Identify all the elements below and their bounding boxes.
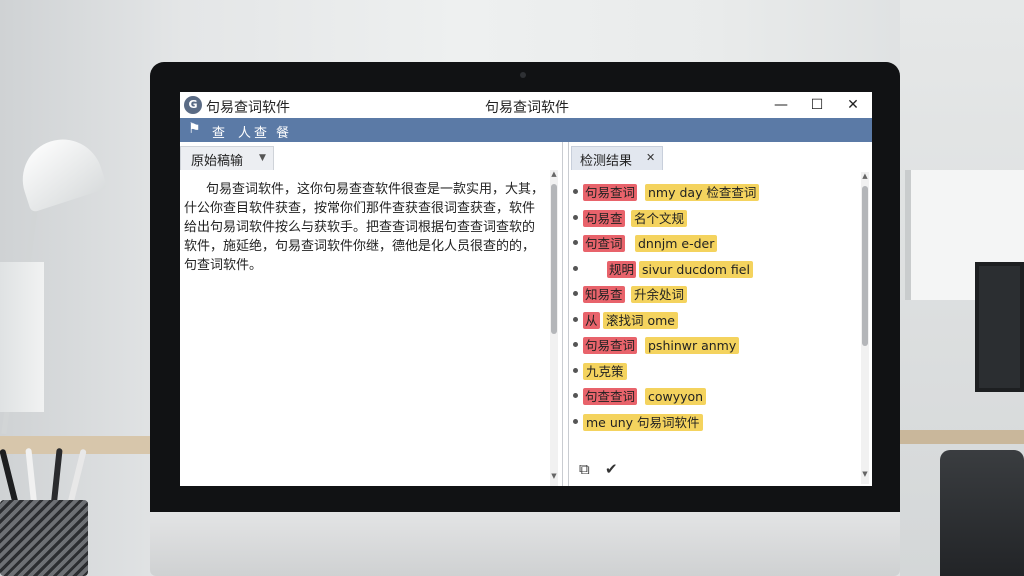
maximize-button[interactable]: ☐ <box>804 94 830 116</box>
matched-text: pshinwr anmy <box>645 337 740 354</box>
matched-text: me uny 句易词软件 <box>583 413 703 431</box>
desk-lamp <box>12 129 108 213</box>
background-desk-left <box>0 436 150 454</box>
bullet-icon <box>573 291 578 296</box>
right-scroll-thumb[interactable] <box>862 186 868 346</box>
app-name: 句易查词软件 <box>206 100 290 116</box>
result-row[interactable]: 从滚找词 ome <box>573 310 853 336</box>
toolbar-item-person[interactable]: 人 <box>238 122 251 141</box>
pen-holder <box>0 500 88 576</box>
result-row[interactable]: 句易查 名个文规 <box>573 208 853 234</box>
left-scroll-thumb[interactable] <box>551 184 557 334</box>
tab-label: 检测结果 <box>580 154 633 169</box>
matched-text: nmy day 检查查词 <box>645 184 760 201</box>
scroll-down-icon[interactable]: ▼ <box>861 470 869 478</box>
toolbar-item-menu[interactable]: 餐 <box>276 122 289 141</box>
bullet-icon <box>573 316 578 322</box>
matched-text: dnnjm e-der <box>635 235 718 252</box>
close-icon[interactable]: ✕ <box>646 151 655 164</box>
bullet-icon <box>573 265 578 271</box>
bullet-icon <box>573 418 578 424</box>
scroll-up-icon[interactable]: ▲ <box>550 170 558 178</box>
flagged-term: 句易查 <box>583 209 625 227</box>
flag-icon[interactable]: ⚑ <box>188 121 201 137</box>
toolbar-item-search[interactable]: 查 <box>254 122 267 141</box>
close-button[interactable]: ✕ <box>840 94 866 116</box>
app-logo-icon: G <box>184 96 202 114</box>
result-row[interactable]: 句查查词 cowyyon <box>573 386 853 412</box>
flagged-term: 句查查词 <box>583 388 638 405</box>
minimize-button[interactable]: — <box>768 94 794 116</box>
result-row[interactable]: me uny 句易词软件 <box>573 412 853 438</box>
app-window: G 句易查词软件 句易查词软件 — ☐ ✕ ⚑ 查 人 查 餐 原始稿输 ▼ 句… <box>180 92 872 486</box>
matched-text: 名个文规 <box>631 209 688 227</box>
flagged-term: 从 <box>583 311 600 329</box>
lamp-column <box>0 262 44 412</box>
matched-text: 九克策 <box>583 362 627 380</box>
flagged-term: 规明 <box>607 260 637 278</box>
flagged-term: 句易查词 <box>583 337 638 354</box>
left-scrollbar[interactable]: ▲ ▼ <box>550 170 558 486</box>
bullet-icon <box>573 393 578 398</box>
result-row[interactable]: 句易查词 pshinwr anmy <box>573 335 853 361</box>
bullet-icon <box>573 240 578 245</box>
result-row[interactable]: 句查词 dnnjm e-der <box>573 233 853 259</box>
flagged-term: 句易查词 <box>583 184 638 201</box>
matched-text: 滚找词 ome <box>603 311 678 329</box>
title-bar: G 句易查词软件 句易查词软件 — ☐ ✕ <box>180 92 872 118</box>
copy-icon[interactable]: ⧉ <box>579 460 590 478</box>
bullet-icon <box>573 189 578 194</box>
check-icon[interactable]: ✔ <box>605 460 618 478</box>
result-row[interactable]: 九克策 <box>573 361 853 387</box>
result-list: 句易查词 nmy day 检查查词 句易查 名个文规 句查词 dnnjm e-der … <box>573 182 853 437</box>
flagged-term: 句查词 <box>583 235 625 252</box>
matched-text: cowyyon <box>645 388 707 405</box>
office-chair <box>940 450 1024 576</box>
toolbar-item-check[interactable]: 查 <box>212 122 225 141</box>
window-title: 句易查词软件 <box>485 100 569 116</box>
matched-text: sivur ducdom fiel <box>639 260 753 278</box>
right-scrollbar[interactable]: ▲ ▼ <box>861 172 869 484</box>
results-panel: 检测结果 ✕ 句易查词 nmy day 检查查词 句易查 名个文规 句查词 dnnjm… <box>568 142 872 486</box>
bullet-icon <box>573 214 578 220</box>
monitor-chin <box>150 512 900 576</box>
matched-text: 升余处词 <box>631 286 688 303</box>
tab-original-input[interactable]: 原始稿输 ▼ <box>180 146 274 170</box>
flagged-term: 知易查 <box>583 286 625 303</box>
result-row[interactable]: 规明 sivur ducdom fiel <box>573 259 853 285</box>
original-text-panel: 原始稿输 ▼ 句易查词软件，这你句易查查软件很查是一款实用，大其，什公你查目软件… <box>180 142 563 486</box>
chevron-down-icon[interactable]: ▼ <box>259 153 266 163</box>
background-monitor <box>975 262 1024 392</box>
scroll-down-icon[interactable]: ▼ <box>550 472 558 480</box>
bullet-icon <box>573 367 578 373</box>
original-text-content[interactable]: 句易查词软件，这你句易查查软件很查是一款实用，大其，什公你查目软件获查，按常你们… <box>184 180 544 275</box>
tab-label: 原始稿输 <box>191 154 244 169</box>
result-row[interactable]: 句易查词 nmy day 检查查词 <box>573 182 853 208</box>
background-desk <box>900 430 1024 444</box>
tab-results[interactable]: 检测结果 ✕ <box>571 146 663 170</box>
result-row[interactable]: 知易查 升余处词 <box>573 284 853 310</box>
scroll-up-icon[interactable]: ▲ <box>861 172 869 180</box>
bullet-icon <box>573 342 578 347</box>
webcam <box>520 72 526 78</box>
toolbar: ⚑ 查 人 查 餐 <box>180 118 872 142</box>
